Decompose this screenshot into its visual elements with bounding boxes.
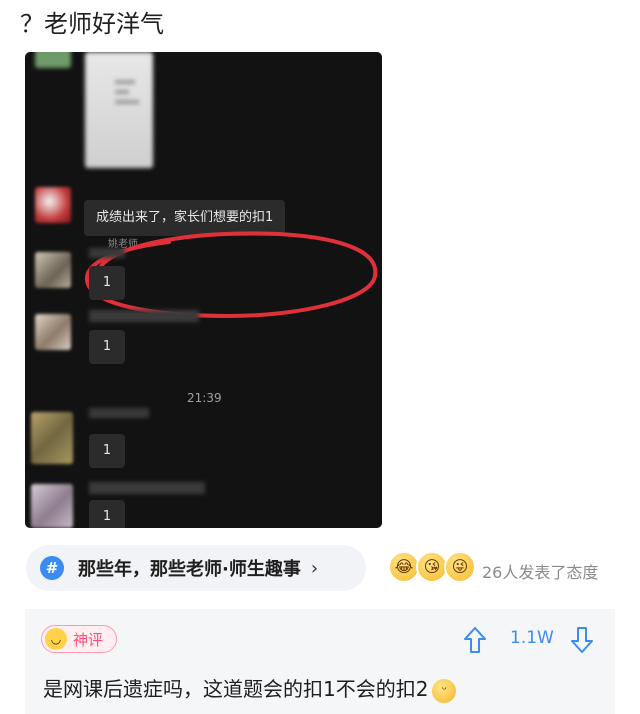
grin-emoji: ᵕ [432, 678, 457, 703]
reply-bubble: 1 [89, 330, 125, 364]
reply-bubble: 1 [89, 266, 125, 300]
topic-label: 那些年，那些老师·师生趣事 [78, 559, 301, 580]
vote-count: 1.1W [510, 628, 554, 648]
blurred-name [89, 408, 149, 418]
chevron-right-icon: › [310, 557, 319, 579]
downvote-arrow-icon[interactable] [569, 625, 595, 655]
smile-face-icon: ◡ [45, 628, 67, 650]
blurred-name [89, 248, 125, 258]
blurred-name [89, 482, 205, 494]
post-title: ？老师好洋气 [20, 10, 164, 38]
teacher-avatar [35, 187, 71, 223]
topic-tag-button[interactable]: # 那些年，那些老师·师生趣事 › [26, 545, 366, 591]
badge-label: 神评 [73, 630, 104, 649]
blurred-name [89, 310, 199, 322]
blurred-thumbnail [35, 52, 71, 68]
top-comment-card: ◡ 神评 1.1W 是网课后遗症吗，这道题会的扣1不会的扣2 ᵕ [25, 609, 615, 714]
reaction-emojis[interactable]: 😂 😘 😜 [388, 551, 478, 585]
parent-avatar [31, 484, 73, 528]
chat-timestamp: 21:39 [187, 391, 222, 405]
top-comment-badge: ◡ 神评 [41, 625, 117, 653]
reply-bubble: 1 [89, 500, 125, 528]
parent-avatar [35, 252, 71, 288]
hash-icon: # [40, 556, 64, 580]
wink-tongue-emoji: 😜 [444, 551, 476, 583]
reply-bubble: 1 [89, 434, 125, 468]
teacher-message-text: 成绩出来了，家长们想要的扣1 [96, 210, 274, 225]
blurred-photo [85, 52, 153, 168]
parent-avatar [35, 314, 71, 350]
comment-text: 是网课后遗症吗，这道题会的扣1不会的扣2 ᵕ [43, 673, 457, 703]
comment-body: 是网课后遗症吗，这道题会的扣1不会的扣2 [43, 677, 429, 701]
parent-avatar [31, 412, 73, 464]
upvote-arrow-icon[interactable] [462, 625, 488, 655]
reactions-count[interactable]: 26人发表了态度 [482, 559, 598, 583]
chat-screenshot-image[interactable]: 姚老师 成绩出来了，家长们想要的扣1 1 1 21:39 1 1 [25, 52, 382, 528]
